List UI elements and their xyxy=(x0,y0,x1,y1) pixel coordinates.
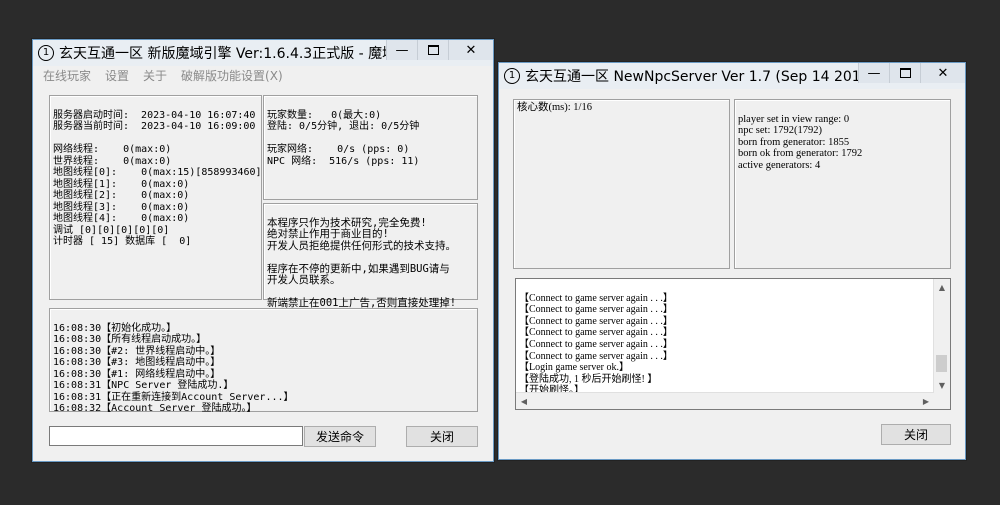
core-count: 核心数(ms): 1/16 xyxy=(517,102,592,113)
player-line xyxy=(267,133,474,145)
status-line: 计时器 [ 15] 数据库 [ 0] xyxy=(53,236,192,247)
menu-bar: 在线玩家 设置 关于 破解版功能设置(X) xyxy=(33,66,493,84)
notice-line: 绝对禁止作用于商业目的! xyxy=(267,228,389,240)
status-line xyxy=(53,133,258,145)
horizontal-scrollbar[interactable]: ◀ ▶ xyxy=(516,392,934,409)
log-line: 16:08:32【Account Server 登陆成功。】 xyxy=(53,403,257,414)
log-line: 【Connect to game server again . . .】 xyxy=(519,304,673,316)
npc-stats-text: player set in view range: 0 npc set: 1792… xyxy=(735,100,950,196)
player-stats-panel: 玩家数量: 0(最大:0) 登陆: 0/5分钟, 退出: 0/5分钟 玩家网络: 0… xyxy=(263,95,478,200)
log-line: 【Login game server ok.】 xyxy=(519,362,629,374)
minimize-icon[interactable]: — xyxy=(386,40,417,60)
scroll-thumb[interactable] xyxy=(936,355,947,372)
log-line: 【登陆成功, 1 秒后开始刷怪! 】 xyxy=(519,373,658,385)
status-line: 服务器启动时间: 2023-04-10 16:07:40 xyxy=(53,109,256,121)
log-line: 16:08:30【初始化成功。】 xyxy=(53,322,177,334)
engine-titlebar[interactable]: 1 玄天互通一区 新版魔域引擎 Ver:1.6.4.3正式版 - 魔域... —… xyxy=(33,40,493,66)
log-line: 16:08:31【正在重新连接到Account Server...】 xyxy=(53,391,294,403)
log-line: 【Connect to game server again . . .】 xyxy=(519,292,673,304)
player-stats-text: 玩家数量: 0(最大:0) 登陆: 0/5分钟, 退出: 0/5分钟 玩家网络: 0… xyxy=(264,96,477,192)
scroll-left-icon[interactable]: ◀ xyxy=(516,393,532,409)
log-line: 16:08:30【#1: 网络线程启动中。】 xyxy=(53,368,221,380)
notice-line: 开发人员联系。 xyxy=(267,274,341,286)
server-status-text: 服务器启动时间: 2023-04-10 16:07:40 服务器当前时间: 202… xyxy=(50,96,262,273)
player-line: 登陆: 0/5分钟, 退出: 0/5分钟 xyxy=(267,121,420,132)
status-line: 地图线程[4]: 0(max:0) xyxy=(53,213,190,224)
status-line: 地图线程[0]: 0(max:15)[858993460] xyxy=(53,167,262,178)
status-line: 服务器当前时间: 2023-04-10 16:09:00 xyxy=(53,121,256,132)
scroll-corner xyxy=(934,393,950,409)
log-line: 16:08:30【#3: 地图线程启动中。】 xyxy=(53,357,221,368)
npc-titlebar[interactable]: 1 玄天互通一区 NewNpcServer Ver 1.7 (Sep 14 20… xyxy=(499,63,965,89)
log-line: 【Connect to game server again . . .】 xyxy=(519,327,673,339)
maximize-icon[interactable] xyxy=(889,63,920,83)
close-button[interactable]: 关闭 xyxy=(406,426,478,447)
minimize-icon[interactable]: — xyxy=(858,63,889,83)
close-icon[interactable]: ✕ xyxy=(920,63,965,83)
log-line: 16:08:30【所有线程启动成功。】 xyxy=(53,334,207,345)
npc-server-window: 1 玄天互通一区 NewNpcServer Ver 1.7 (Sep 14 20… xyxy=(498,62,966,460)
notice-line: 开发人员拒绝提供任何形式的技术支持。 xyxy=(267,239,456,252)
status-line: 世界线程: 0(max:0) xyxy=(53,155,172,167)
scroll-right-icon[interactable]: ▶ xyxy=(918,393,934,409)
stats-line: player set in view range: 0 xyxy=(738,113,850,125)
status-line: 地图线程[1]: 0(max:0) xyxy=(53,178,190,190)
stats-line: npc set: 1792(1792) xyxy=(738,125,822,136)
close-button[interactable]: 关闭 xyxy=(881,424,951,445)
player-line: NPC 网络: 516/s (pps: 11) xyxy=(267,155,420,167)
status-line: 地图线程[2]: 0(max:0) xyxy=(53,190,190,201)
app-icon: 1 xyxy=(38,45,54,61)
vertical-scrollbar[interactable]: ▲ ▼ xyxy=(933,279,950,393)
menu-crack-settings[interactable]: 破解版功能设置(X) xyxy=(181,67,283,84)
stats-line: born from generator: 1855 xyxy=(738,136,850,148)
player-line: 玩家数量: 0(最大:0) xyxy=(267,109,382,121)
scroll-up-icon[interactable]: ▲ xyxy=(934,279,950,295)
status-line: 网络线程: 0(max:0) xyxy=(53,144,172,155)
send-command-button[interactable]: 发送命令 xyxy=(304,426,376,447)
maximize-icon[interactable] xyxy=(417,40,448,60)
log-text: 16:08:30【初始化成功。】 16:08:30【所有线程启动成功。】 16:08… xyxy=(50,309,477,440)
server-status-panel: 服务器启动时间: 2023-04-10 16:07:40 服务器当前时间: 202… xyxy=(49,95,262,300)
status-line: 调试 [0][0][0][0][0] xyxy=(53,224,170,236)
notice-panel: 本程序只作为技术研究,完全免费! 绝对禁止作用于商业目的! 开发人员拒绝提供任何形式… xyxy=(263,203,478,309)
log-line: 16:08:30【#2: 世界线程启动中。】 xyxy=(53,345,221,357)
command-input[interactable] xyxy=(49,426,303,446)
log-line: 【Connect to game server again . . .】 xyxy=(519,338,673,350)
log-line: 【Connect to game server again . . .】 xyxy=(519,315,673,327)
app-icon: 1 xyxy=(504,68,520,84)
npc-stats-panel: player set in view range: 0 npc set: 1792… xyxy=(734,99,951,269)
window-title: 玄天互通一区 新版魔域引擎 Ver:1.6.4.3正式版 - 魔域... xyxy=(59,46,389,62)
window-title: 玄天互通一区 NewNpcServer Ver 1.7 (Sep 14 2018… xyxy=(525,69,880,85)
log-panel[interactable]: 16:08:30【初始化成功。】 16:08:30【所有线程启动成功。】 16:08… xyxy=(49,308,478,414)
stats-line: born ok from generator: 1792 xyxy=(738,148,863,159)
stats-line: active generators: 4 xyxy=(738,159,821,171)
status-line: 地图线程[3]: 0(max:0) xyxy=(53,201,190,213)
engine-window: 1 玄天互通一区 新版魔域引擎 Ver:1.6.4.3正式版 - 魔域... —… xyxy=(32,39,494,462)
log-line: 【Connect to game server again . . .】 xyxy=(519,350,673,362)
log-line: 16:08:31【NPC Server 登陆成功.】 xyxy=(53,380,234,391)
menu-about[interactable]: 关于 xyxy=(143,67,167,84)
close-icon[interactable]: ✕ xyxy=(448,40,493,60)
player-line: 玩家网络: 0/s (pps: 0) xyxy=(267,144,410,155)
menu-online-players[interactable]: 在线玩家 xyxy=(43,67,91,84)
npc-log-textarea[interactable]: 【Connect to game server again . . .】 【Con… xyxy=(515,278,951,410)
core-panel: 核心数(ms): 1/16 xyxy=(513,99,730,269)
scroll-down-icon[interactable]: ▼ xyxy=(934,377,950,393)
notice-line xyxy=(267,252,474,264)
menu-settings[interactable]: 设置 xyxy=(105,67,129,84)
